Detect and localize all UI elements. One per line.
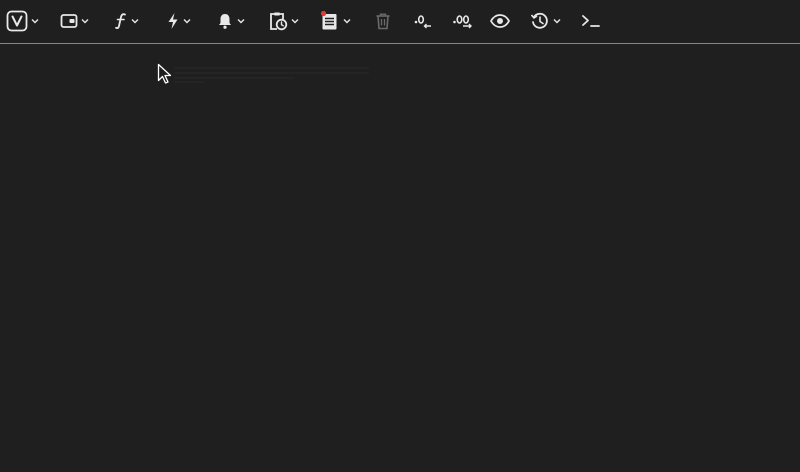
bell-icon	[219, 14, 231, 29]
trash-icon	[376, 13, 390, 30]
delete-button[interactable]	[375, 8, 391, 34]
vue-logo-icon	[6, 10, 28, 32]
notification-badge	[320, 11, 327, 17]
notes-menu-button[interactable]	[320, 8, 351, 34]
terminal-button[interactable]	[581, 8, 601, 34]
eye-icon	[490, 14, 510, 28]
history-menu-button[interactable]	[530, 8, 561, 34]
lightning-icon	[168, 13, 178, 29]
notes-icon	[320, 11, 337, 30]
chevron-down-icon	[31, 18, 39, 24]
function-menu-button[interactable]	[114, 8, 139, 34]
decrease-decimal-icon	[414, 15, 431, 29]
mouse-pointer-icon	[157, 63, 172, 84]
function-icon	[115, 13, 126, 29]
chevron-down-icon	[553, 18, 561, 24]
editor-canvas[interactable]	[0, 44, 800, 472]
wallet-icon	[60, 14, 78, 28]
chevron-down-icon	[343, 18, 351, 24]
chevron-down-icon	[81, 18, 89, 24]
alerts-menu-button[interactable]	[216, 8, 245, 34]
terminal-icon	[582, 15, 600, 27]
history-icon	[530, 12, 548, 29]
chevron-down-icon	[291, 18, 299, 24]
scheduler-menu-button[interactable]	[268, 8, 299, 34]
chevron-down-icon	[183, 18, 191, 24]
chevron-down-icon	[237, 18, 245, 24]
faint-ghost-lines	[174, 67, 369, 83]
chevron-down-icon	[131, 18, 139, 24]
preview-button[interactable]	[490, 8, 510, 34]
actions-menu-button[interactable]	[166, 8, 191, 34]
increase-decimal-icon	[453, 15, 472, 29]
wallet-menu-button[interactable]	[60, 8, 89, 34]
clipboard-clock-icon	[270, 12, 288, 31]
vue-menu-button[interactable]	[6, 8, 39, 34]
toolbar	[0, 0, 800, 44]
decrease-decimal-button[interactable]	[413, 8, 433, 34]
increase-decimal-button[interactable]	[452, 8, 474, 34]
